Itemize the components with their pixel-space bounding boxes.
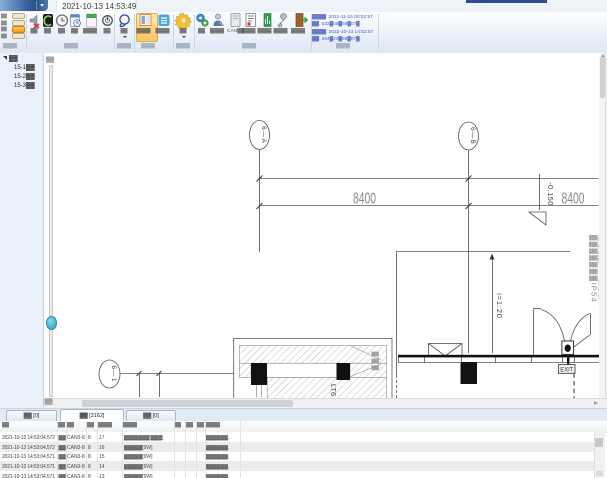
svg-text:6—B: 6—B	[469, 127, 476, 145]
svg-text:▓▓▓: ▓▓▓	[372, 352, 380, 373]
svg-text:LT6: LT6	[329, 384, 338, 396]
svg-text:i=1:20: i=1:20	[495, 293, 504, 318]
svg-text:8400: 8400	[353, 191, 376, 208]
svg-text:-0.150: -0.150	[546, 182, 555, 206]
svg-text:6—A: 6—A	[260, 126, 267, 144]
svg-text:▓▓▓▓▓▓▓IP54: ▓▓▓▓▓▓▓IP54	[589, 235, 599, 303]
svg-text:EXIT: EXIT	[560, 367, 573, 373]
svg-text:8400: 8400	[562, 191, 585, 208]
svg-text:6—1: 6—1	[110, 365, 117, 382]
